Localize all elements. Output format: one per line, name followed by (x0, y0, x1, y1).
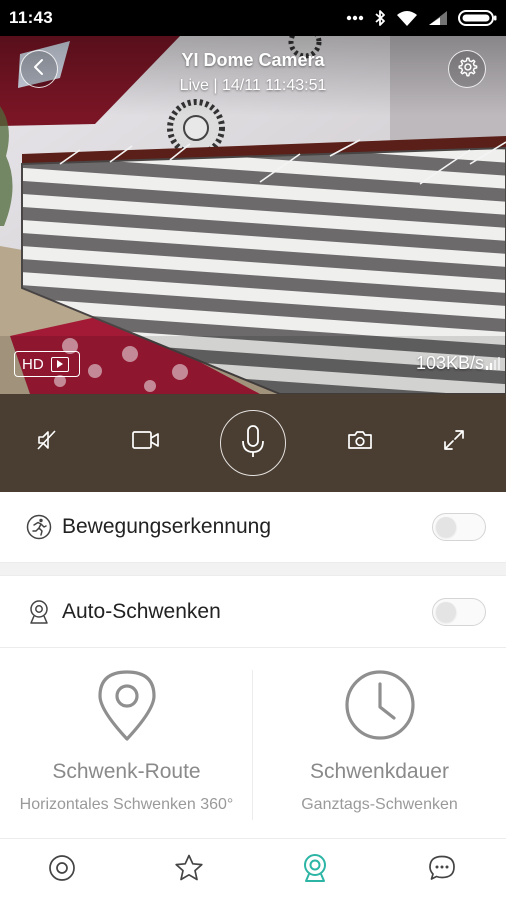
motion-detection-row[interactable]: Bewegungserkennung (0, 492, 506, 562)
live-timestamp: Live | 14/11 11:43:51 (179, 77, 327, 94)
star-icon (174, 853, 204, 888)
clock-icon (343, 668, 417, 747)
section-divider (0, 562, 506, 576)
webcam-icon (26, 599, 52, 625)
bitrate-readout: 103KB/s (415, 353, 484, 373)
camera-icon (346, 429, 374, 456)
running-person-icon (26, 514, 52, 540)
signal-bars-icon (486, 356, 500, 375)
pan-route-subtitle: Horizontales Schwenken 360° (19, 796, 234, 813)
pan-duration-tile[interactable]: Schwenkdauer Ganztags-Schwenken (253, 648, 506, 838)
chat-bubble-icon (428, 854, 456, 887)
speaker-muted-icon (35, 428, 59, 457)
pan-duration-title: Schwenkdauer (310, 760, 449, 783)
fullscreen-button[interactable] (436, 424, 472, 460)
gear-icon (456, 56, 478, 83)
nav-favorites[interactable] (173, 854, 205, 886)
auto-pan-toggle[interactable] (432, 598, 486, 626)
toggle-knob (436, 602, 456, 622)
auto-pan-label: Auto-Schwenken (62, 600, 221, 623)
bottom-navigation (0, 838, 506, 900)
mute-button[interactable] (29, 424, 65, 460)
pan-route-tile[interactable]: Schwenk-Route Horizontales Schwenken 360… (0, 648, 253, 838)
microphone-icon (238, 423, 268, 464)
talk-button[interactable] (220, 410, 286, 476)
nav-camera[interactable] (299, 853, 331, 888)
cell-signal-icon (428, 10, 448, 26)
nav-messages[interactable] (426, 854, 458, 886)
battery-icon (458, 9, 498, 27)
auto-pan-row[interactable]: Auto-Schwenken (0, 577, 506, 647)
more-dots-icon (346, 15, 364, 21)
camera-device-icon (301, 853, 329, 888)
bluetooth-icon (374, 9, 386, 27)
video-feed[interactable]: YI Dome Camera Live | 14/11 11:43:51 HD … (0, 36, 506, 394)
status-bar: 11:43 (0, 0, 506, 36)
quality-label: HD (22, 355, 44, 373)
location-pin-icon (96, 668, 158, 747)
camera-title: YI Dome Camera (181, 50, 325, 70)
video-camera-icon (131, 429, 161, 456)
pan-route-title: Schwenk-Route (52, 760, 201, 783)
nav-record[interactable] (46, 854, 78, 886)
expand-icon (442, 428, 466, 457)
quality-toggle-button[interactable]: HD (14, 351, 80, 377)
record-circle-icon (48, 854, 76, 887)
motion-detection-label: Bewegungserkennung (62, 515, 271, 538)
status-time: 11:43 (9, 8, 54, 27)
status-icons (346, 7, 498, 29)
motion-detection-toggle[interactable] (432, 513, 486, 541)
top-shade (0, 36, 506, 116)
record-button[interactable] (128, 424, 164, 460)
toggle-knob (436, 517, 456, 537)
play-icon (50, 356, 69, 372)
settings-button[interactable] (448, 50, 486, 88)
pan-duration-subtitle: Ganztags-Schwenken (301, 796, 458, 813)
control-bar (0, 394, 506, 492)
snapshot-button[interactable] (342, 424, 378, 460)
wifi-icon (396, 10, 418, 27)
